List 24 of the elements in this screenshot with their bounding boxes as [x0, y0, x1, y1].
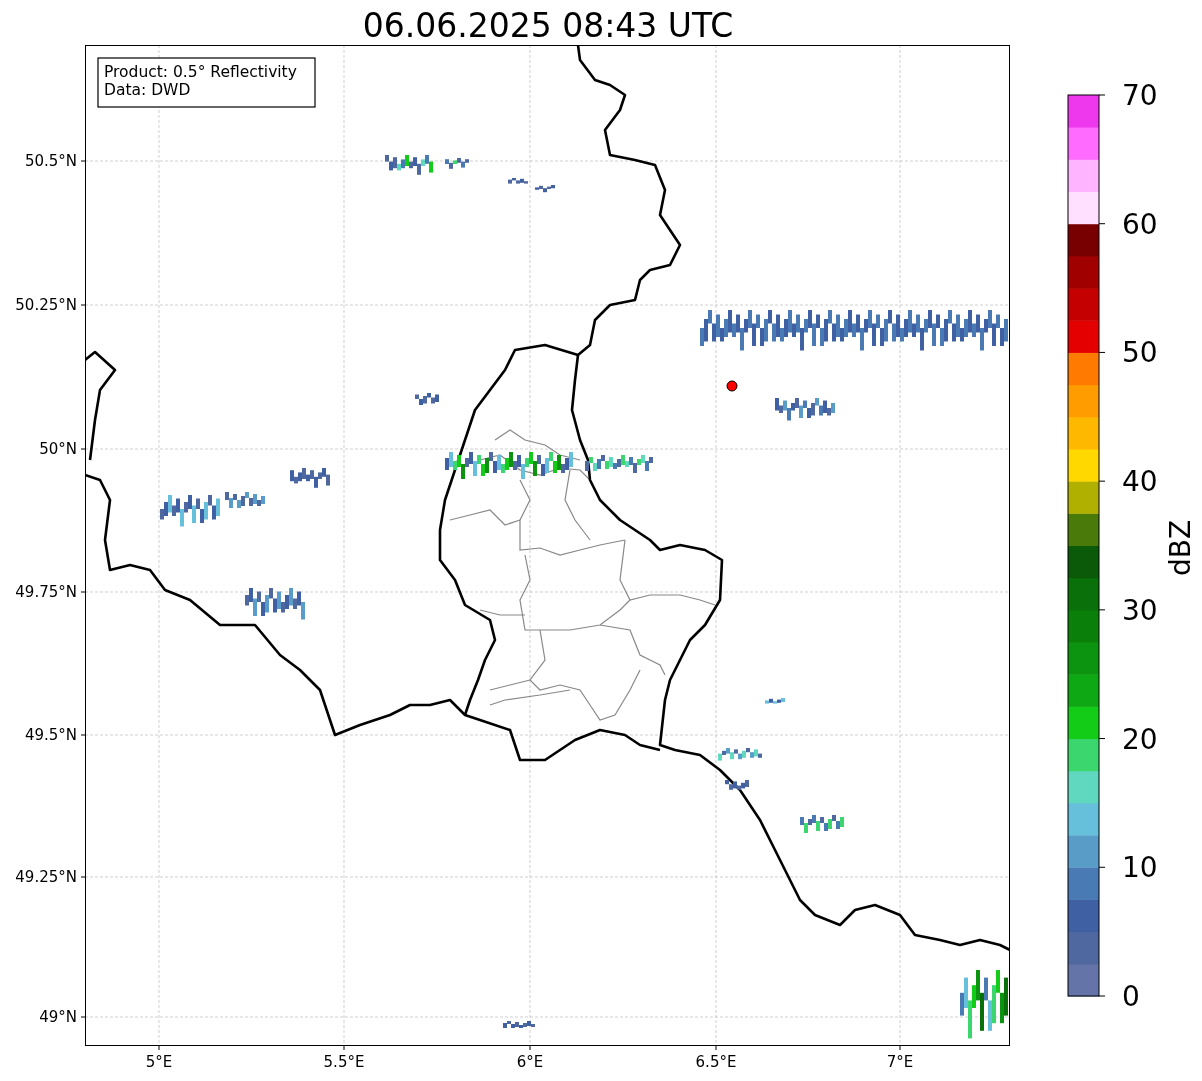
longitude-label: 6.5°E — [695, 1053, 737, 1071]
latitude-label: 49.75°N — [15, 583, 77, 601]
longitude-label: 5°E — [145, 1053, 173, 1071]
colorbar-tick-label: 60 — [1122, 207, 1158, 241]
latitude-label: 50°N — [39, 440, 77, 458]
latitude-label: 50.25°N — [15, 296, 77, 314]
chart-title: 06.06.2025 08:43 UTC — [362, 6, 734, 45]
longitude-label: 5.5°E — [323, 1053, 365, 1071]
colorbar-tick-label: 20 — [1122, 722, 1158, 756]
latitude-label: 49°N — [39, 1008, 77, 1026]
colorbar-tick-label: 30 — [1122, 593, 1158, 627]
longitude-label: 7°E — [886, 1053, 914, 1071]
longitude-label: 6°E — [516, 1053, 544, 1071]
colorbar-tick-label: 50 — [1122, 336, 1158, 370]
colorbar-tick-label: 70 — [1122, 79, 1158, 112]
colorbar-label: dBZ — [1164, 519, 1197, 577]
info-text: Product: 0.5° Reflectivity — [104, 63, 297, 81]
colorbar-tick-label: 10 — [1122, 851, 1158, 885]
latitude-label: 49.25°N — [15, 868, 77, 886]
latitude-label: 49.5°N — [24, 726, 77, 744]
info-text: Data: DWD — [104, 81, 191, 99]
colorbar-tick-label: 40 — [1122, 465, 1158, 499]
latitude-label: 50.5°N — [24, 152, 77, 170]
colorbar-tick-label: 0 — [1122, 980, 1140, 1013]
